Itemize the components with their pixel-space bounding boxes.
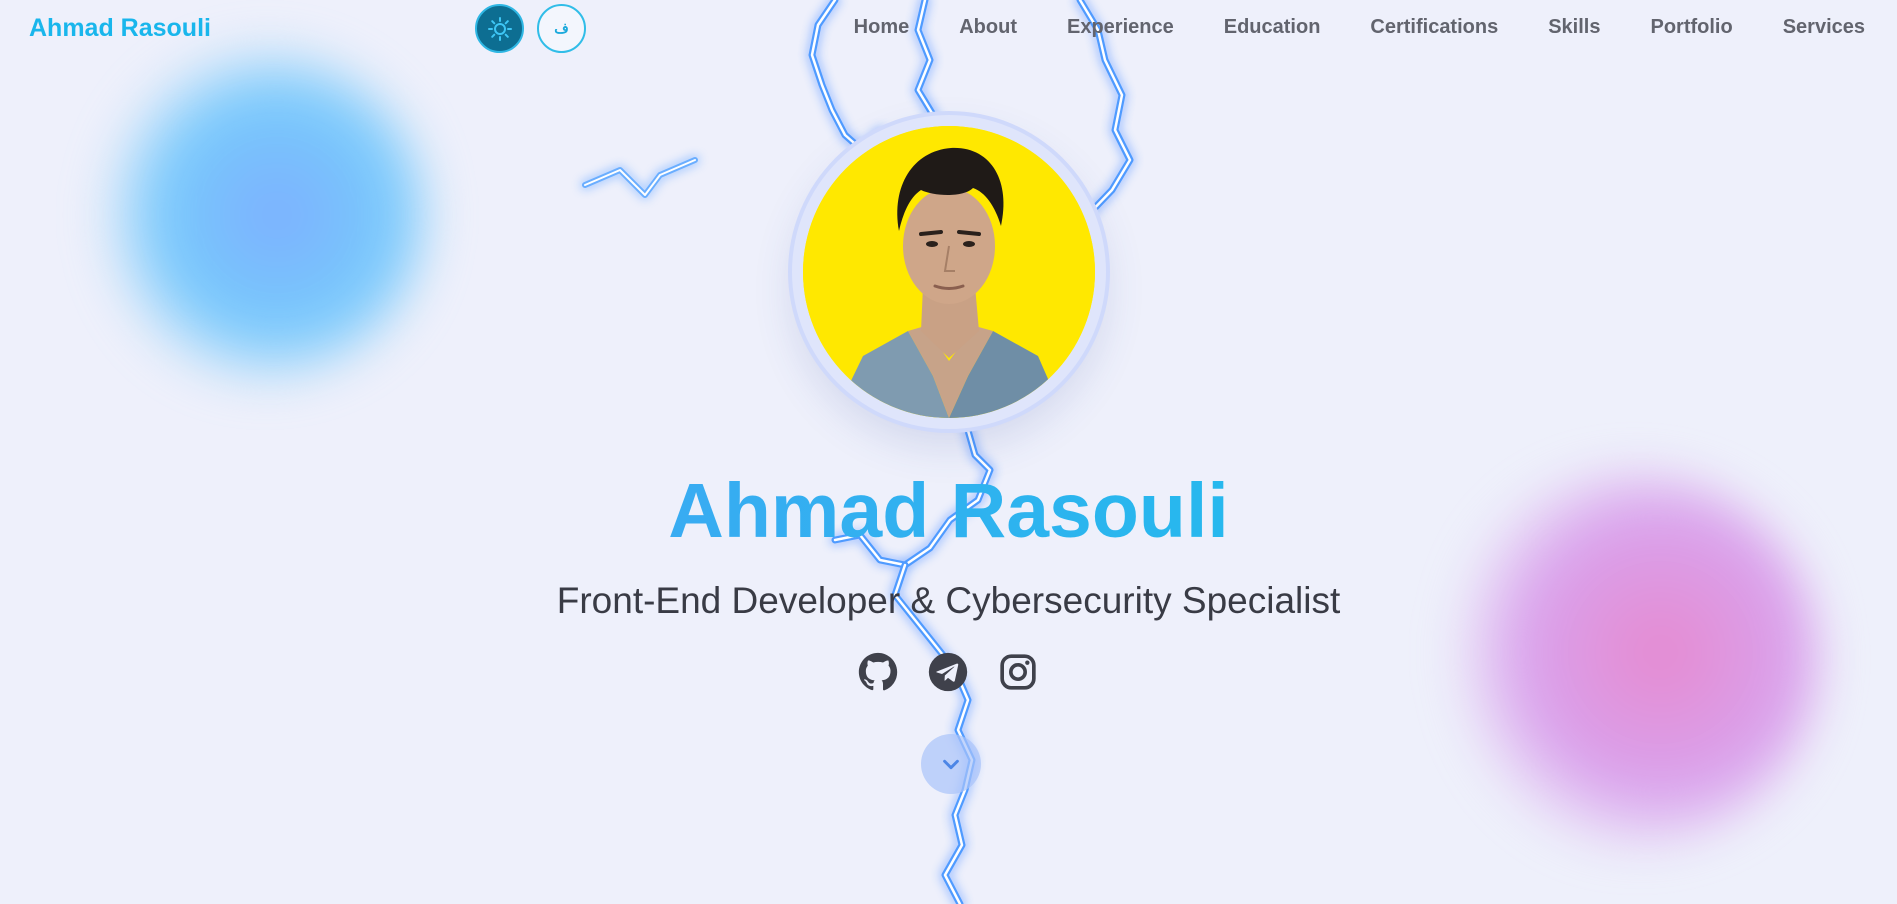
language-toggle-label: ف <box>554 20 569 36</box>
nav-link-education[interactable]: Education <box>1224 16 1321 39</box>
hero-subtitle: Front-End Developer & Cybersecurity Spec… <box>556 580 1341 621</box>
chevron-down-icon <box>943 759 959 770</box>
nav-links: Home About Experience Education Certific… <box>854 16 1865 39</box>
decorative-blue-blob <box>90 45 430 385</box>
github-icon <box>858 652 898 691</box>
instagram-link[interactable] <box>998 652 1038 692</box>
top-navigation: Ahmad Rasouli ف Home About Experience Ed… <box>0 0 1897 56</box>
nav-link-services[interactable]: Services <box>1783 16 1865 39</box>
instagram-icon <box>1000 654 1036 690</box>
nav-link-portfolio[interactable]: Portfolio <box>1650 16 1732 39</box>
social-links <box>858 652 1038 692</box>
nav-link-experience[interactable]: Experience <box>1067 16 1174 39</box>
profile-photo <box>803 126 1095 418</box>
language-toggle-button[interactable]: ف <box>537 4 586 53</box>
avatar <box>803 126 1095 418</box>
nav-link-about[interactable]: About <box>959 16 1017 39</box>
nav-link-skills[interactable]: Skills <box>1548 16 1600 39</box>
brand-logo-text[interactable]: Ahmad Rasouli <box>29 14 211 43</box>
telegram-link[interactable] <box>928 652 968 692</box>
avatar-frame <box>792 115 1106 429</box>
nav-link-home[interactable]: Home <box>854 16 910 39</box>
github-link[interactable] <box>858 652 898 692</box>
telegram-icon <box>928 652 968 692</box>
nav-link-certifications[interactable]: Certifications <box>1370 16 1498 39</box>
hero-name: Ahmad Rasouli <box>0 466 1897 556</box>
theme-toggle-button[interactable] <box>475 4 524 53</box>
sun-icon <box>487 16 512 41</box>
scroll-down-button[interactable] <box>921 734 981 794</box>
